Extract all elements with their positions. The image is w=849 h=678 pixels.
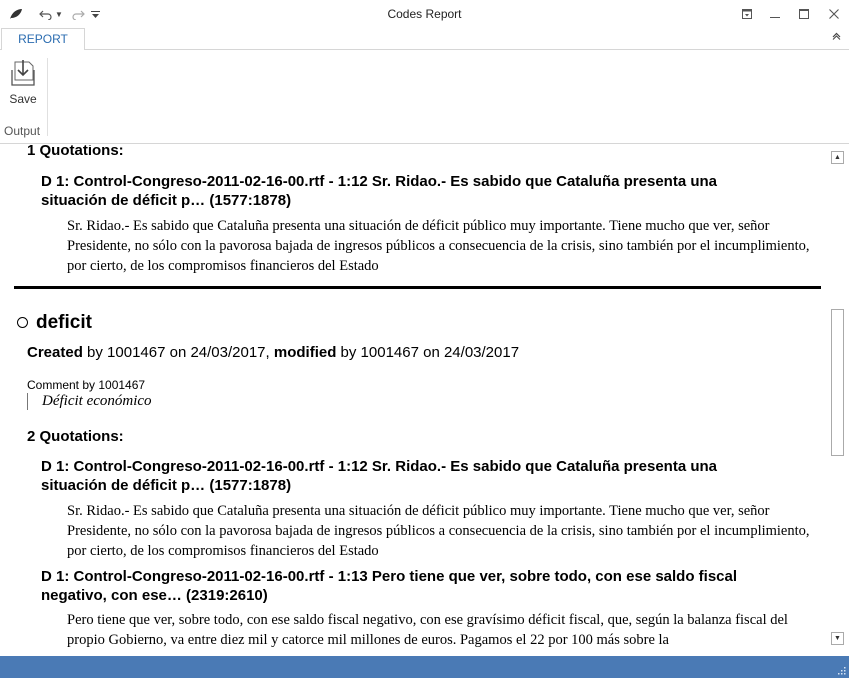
- scroll-down-icon[interactable]: ▼: [831, 632, 844, 645]
- scroll-up-icon[interactable]: ▲: [831, 151, 844, 164]
- status-bar: [0, 656, 849, 678]
- title-bar: ▼ Codes Report: [0, 0, 849, 28]
- ribbon-tab-row: REPORT: [0, 28, 849, 51]
- report-content: 1 Quotations: D 1: Control-Congreso-2011…: [0, 145, 828, 656]
- quotation-heading: D 1: Control-Congreso-2011-02-16-00.rtf …: [41, 173, 717, 209]
- code-bullet-icon: [17, 317, 28, 328]
- ribbon-group-divider: [47, 58, 48, 136]
- created-label: Created: [27, 344, 83, 361]
- quotation-text: Sr. Ridao.- Es sabido que Cataluña prese…: [67, 503, 810, 559]
- ribbon-display-options-icon[interactable]: [734, 4, 760, 24]
- ribbon: Save Output: [0, 50, 849, 144]
- quotation-text: Pero tiene que ver, sobre todo, con ese …: [67, 612, 788, 648]
- modified-label: modified: [273, 344, 337, 361]
- quotations-count-heading: 2 Quotations:: [27, 428, 124, 445]
- comment-text: Déficit económico: [27, 393, 152, 410]
- quotation-heading: D 1: Control-Congreso-2011-02-16-00.rtf …: [41, 568, 738, 604]
- section-divider: [14, 286, 821, 289]
- resize-grip-icon[interactable]: [836, 665, 846, 675]
- comment-author: Comment by 1001467: [27, 378, 146, 392]
- tab-report[interactable]: REPORT: [1, 28, 85, 51]
- quotation-text: Sr. Ridao.- Es sabido que Cataluña prese…: [67, 218, 810, 274]
- save-icon: [11, 60, 35, 86]
- modified-info: by 1001467 on 24/03/2017: [336, 344, 520, 361]
- close-icon[interactable]: [821, 4, 847, 24]
- minimize-icon[interactable]: [762, 4, 788, 24]
- ribbon-group-label: Output: [4, 124, 41, 138]
- maximize-icon[interactable]: [791, 4, 817, 24]
- save-label: Save: [9, 92, 37, 106]
- window-title: Codes Report: [387, 7, 462, 21]
- scrollbar-thumb[interactable]: [831, 309, 844, 456]
- quotations-count-heading: 1 Quotations:: [27, 145, 124, 159]
- save-button[interactable]: Save: [4, 58, 42, 110]
- collapse-ribbon-icon[interactable]: [829, 31, 843, 45]
- code-name: deficit: [36, 312, 92, 333]
- vertical-scrollbar[interactable]: ▲ ▼: [829, 150, 846, 650]
- code-meta: Created by 1001467 on 24/03/2017, modifi…: [27, 344, 519, 361]
- quotation-heading: D 1: Control-Congreso-2011-02-16-00.rtf …: [41, 458, 717, 494]
- created-info: by 1001467 on 24/03/2017,: [82, 344, 274, 361]
